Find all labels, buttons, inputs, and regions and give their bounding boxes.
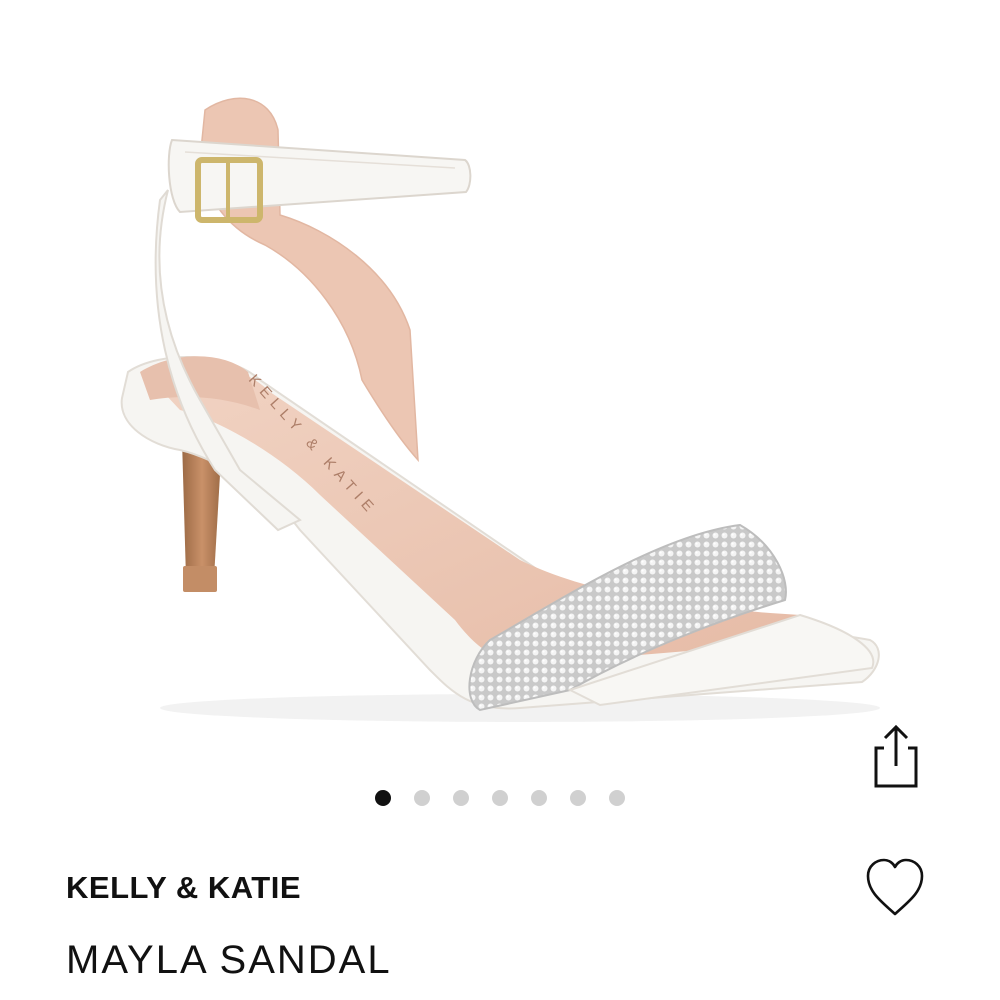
heart-outline-icon: [866, 858, 924, 916]
share-button[interactable]: [866, 722, 926, 794]
carousel-dot-6[interactable]: [570, 790, 586, 806]
carousel-dot-5[interactable]: [531, 790, 547, 806]
share-icon: [874, 724, 918, 788]
favorite-button[interactable]: [862, 856, 928, 920]
brand-name[interactable]: KELLY & KATIE: [66, 870, 301, 906]
carousel-dot-3[interactable]: [453, 790, 469, 806]
carousel-dot-2[interactable]: [414, 790, 430, 806]
product-image[interactable]: KELLY & KATIE: [0, 0, 1000, 770]
carousel-dot-4[interactable]: [492, 790, 508, 806]
sandal-illustration: KELLY & KATIE: [120, 97, 880, 722]
carousel-dots: [0, 790, 1000, 808]
carousel-dot-7[interactable]: [609, 790, 625, 806]
product-name: MAYLA SANDAL: [66, 938, 392, 982]
carousel-dot-1[interactable]: [375, 790, 391, 806]
